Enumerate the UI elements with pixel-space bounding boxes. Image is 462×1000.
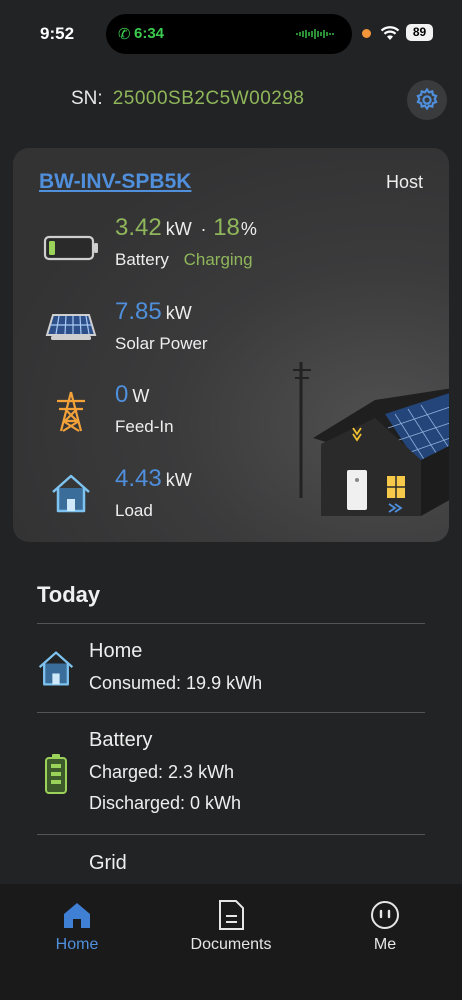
device-card: BW-INV-SPB5K Host 3.42 kW · 18% Battery C… <box>13 148 449 542</box>
battery-label: Battery <box>115 250 169 269</box>
battery-status: Charging <box>183 250 253 269</box>
battery-soc-unit: % <box>240 219 257 239</box>
tab-bar: Home Documents Me <box>0 884 462 1000</box>
home-icon <box>36 646 76 690</box>
load-power-value: 4.43 <box>115 465 162 492</box>
dynamic-island[interactable]: ✆ 6:34 <box>106 14 352 54</box>
divider <box>37 834 425 835</box>
settings-button[interactable] <box>407 80 447 120</box>
tab-documents-label: Documents <box>190 936 272 953</box>
home-consumed: Consumed: 19.9 kWh <box>89 673 263 693</box>
load-power-unit: kW <box>165 470 192 490</box>
profile-icon <box>368 898 402 932</box>
solar-power-unit: kW <box>165 303 192 323</box>
grid-stats-title: Grid <box>89 852 127 874</box>
sn-value: 25000SB2C5W00298 <box>112 88 305 109</box>
divider <box>37 712 425 713</box>
battery-stats: Battery Charged: 2.3 kWh Discharged: 0 k… <box>89 729 241 814</box>
battery-soc-value: 18 <box>213 214 240 241</box>
call-duration: 6:34 <box>134 25 165 42</box>
separator: · <box>200 219 207 239</box>
battery-power-value: 3.42 <box>115 214 162 241</box>
grid-power-unit: W <box>132 386 150 406</box>
grid-stats: Grid <box>89 852 127 875</box>
phone-icon: ✆ <box>118 26 131 43</box>
grid-label: Feed-In <box>115 417 174 436</box>
status-time: 9:52 <box>40 24 75 43</box>
document-icon <box>214 898 248 932</box>
home-stats-title: Home <box>89 640 143 662</box>
device-role: Host <box>385 172 423 192</box>
gear-icon <box>416 87 438 111</box>
solar-panel-icon <box>39 302 103 350</box>
home-icon <box>60 898 94 932</box>
battery-vertical-icon <box>36 752 76 796</box>
home-stats: Home Consumed: 19.9 kWh <box>89 640 262 694</box>
load-label: Load <box>115 501 153 520</box>
battery-icon <box>39 224 103 272</box>
tab-me-label: Me <box>373 936 397 953</box>
house-illustration <box>293 362 449 516</box>
battery-status-icon: 89 <box>406 24 433 41</box>
grid-power-value: 0 <box>115 381 129 408</box>
wifi-icon <box>380 26 400 40</box>
device-name-link[interactable]: BW-INV-SPB5K <box>39 170 191 194</box>
battery-stats-title: Battery <box>89 729 153 751</box>
tab-documents[interactable]: Documents <box>181 898 281 954</box>
serial-number: SN: 25000SB2C5W00298 <box>71 88 305 110</box>
solar-label: Solar Power <box>115 334 208 353</box>
recording-indicator <box>362 29 371 38</box>
status-bar: 9:52 ✆ 6:34 89 <box>0 0 462 66</box>
battery-discharged: Discharged: 0 kWh <box>89 793 242 813</box>
battery-power-unit: kW <box>165 219 192 239</box>
tab-home[interactable]: Home <box>27 898 127 954</box>
sn-label: SN: <box>71 88 103 109</box>
tab-me[interactable]: Me <box>335 898 435 954</box>
power-tower-icon <box>39 387 103 435</box>
solar-power-value: 7.85 <box>115 298 162 325</box>
tab-home-label: Home <box>55 936 99 953</box>
home-icon <box>39 469 103 517</box>
battery-charged: Charged: 2.3 kWh <box>89 762 235 782</box>
waveform-icon <box>296 29 334 39</box>
divider <box>37 623 425 624</box>
today-title: Today <box>37 582 101 607</box>
